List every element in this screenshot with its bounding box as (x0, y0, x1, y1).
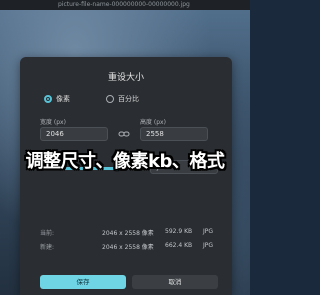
mode-label-pixels: 像素 (56, 95, 70, 103)
new-info-row: 新建: 2046 x 2558 像素 662.4 KB JPG (40, 242, 220, 252)
new-dimensions: 2046 x 2558 像素 (102, 244, 154, 251)
width-label: 宽度 (px) (40, 119, 66, 126)
mode-radio-pixels[interactable]: 像素 (44, 94, 70, 104)
radio-selected-icon (44, 95, 52, 103)
width-input[interactable] (40, 127, 108, 141)
window-title: picture-file-name-000000000-00000000.jpg (58, 1, 190, 8)
new-format: JPG (203, 242, 214, 249)
mode-label-percent: 百分比 (118, 95, 139, 103)
current-dimensions: 2046 x 2558 像素 (102, 230, 154, 237)
overlay-caption: 调整尺寸、像素kb、格式 (25, 151, 225, 172)
new-label: 新建: (40, 244, 55, 251)
new-size: 662.4 KB (165, 242, 193, 249)
dialog-title: 重设大小 (107, 73, 144, 83)
mode-radio-percent[interactable]: 百分比 (106, 94, 139, 104)
current-format: JPG (203, 228, 214, 235)
radio-unselected-icon (106, 95, 114, 103)
cancel-button[interactable]: 取消 (132, 275, 218, 289)
current-size: 592.9 KB (165, 228, 193, 235)
height-label: 高度 (px) (140, 119, 166, 126)
current-info-row: 当前: 2046 x 2558 像素 592.9 KB JPG (40, 228, 220, 238)
window-titlebar: picture-file-name-000000000-00000000.jpg (0, 0, 250, 10)
resize-dialog: 重设大小 像素 百分比 宽度 (px) 高度 (px) 质量: 80% (高) … (20, 57, 232, 295)
save-button[interactable]: 保存 (40, 275, 126, 289)
chain-link-icon[interactable] (118, 128, 130, 140)
height-input[interactable] (140, 127, 208, 141)
current-label: 当前: (40, 230, 55, 237)
